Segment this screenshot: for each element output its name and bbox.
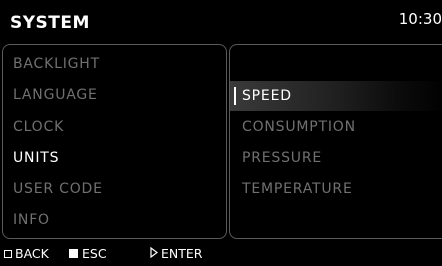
system-menu-panel: BACKLIGHT LANGUAGE CLOCK UNITS USER CODE…	[2, 44, 227, 239]
menu-item-backlight[interactable]: BACKLIGHT	[13, 56, 100, 72]
footer-bar: BACK ESC ENTER	[0, 241, 442, 266]
header-bar: SYSTEM 10:30	[0, 0, 442, 44]
enter-label: ENTER	[161, 246, 203, 261]
units-submenu-panel: SPEED CONSUMPTION PRESSURE TEMPERATURE	[229, 44, 442, 239]
back-label: BACK	[15, 246, 49, 261]
submenu-item-speed[interactable]: SPEED	[242, 88, 292, 104]
enter-button[interactable]: ENTER	[150, 246, 202, 261]
back-button[interactable]: BACK	[4, 246, 49, 261]
menu-item-clock[interactable]: CLOCK	[13, 119, 64, 135]
clock-display: 10:30	[398, 10, 442, 28]
menu-item-user-code[interactable]: USER CODE	[13, 181, 103, 197]
submenu-item-consumption[interactable]: CONSUMPTION	[242, 119, 356, 135]
menu-item-units[interactable]: UNITS	[13, 150, 59, 166]
square-outline-icon	[4, 249, 12, 258]
triangle-right-icon	[150, 246, 158, 261]
square-filled-icon	[69, 249, 78, 258]
submenu-item-temperature[interactable]: TEMPERATURE	[242, 181, 353, 197]
esc-button[interactable]: ESC	[69, 246, 107, 261]
page-title: SYSTEM	[10, 13, 90, 33]
selection-cursor	[234, 87, 236, 105]
submenu-item-pressure[interactable]: PRESSURE	[242, 150, 322, 166]
menu-item-info[interactable]: INFO	[13, 212, 50, 228]
menu-item-language[interactable]: LANGUAGE	[13, 87, 98, 103]
esc-label: ESC	[82, 246, 107, 261]
